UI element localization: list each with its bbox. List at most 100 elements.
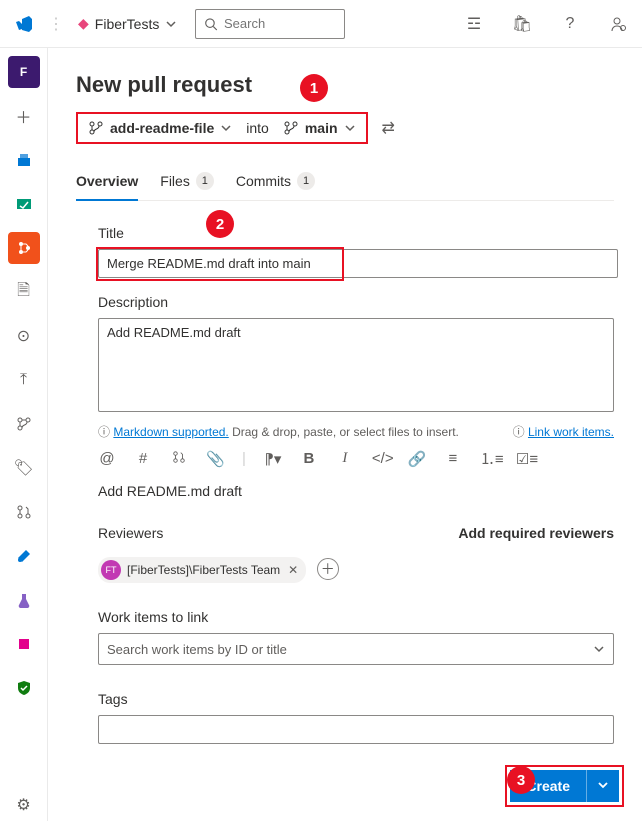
source-branch-name: add-readme-file xyxy=(110,120,214,136)
nav-overview[interactable] xyxy=(8,144,40,176)
reviewer-name: [FiberTests]\FiberTests Team xyxy=(127,563,280,577)
pr-form: Title Description ⓘ Markdown supported. … xyxy=(76,225,614,744)
reviewers-label: Reviewers xyxy=(98,525,163,541)
nav-pushes[interactable]: ⤒ xyxy=(8,364,40,396)
nav-settings[interactable]: ⚙ xyxy=(8,789,40,821)
azure-devops-logo[interactable] xyxy=(8,8,40,40)
user-settings-icon[interactable] xyxy=(602,8,634,40)
files-count-badge: 1 xyxy=(196,172,214,190)
tags-input[interactable] xyxy=(98,715,614,744)
info-icon: ⓘ xyxy=(513,425,525,439)
header-icon[interactable]: ⁋▾ xyxy=(264,450,282,468)
work-items-section: Work items to link Search work items by … xyxy=(98,609,614,665)
tags-label: Tags xyxy=(98,691,614,707)
add-reviewer-button[interactable]: ＋ xyxy=(317,558,339,580)
nav-artifacts[interactable] xyxy=(8,628,40,660)
search-input[interactable] xyxy=(224,16,336,31)
chevron-down-icon xyxy=(165,18,177,30)
chevron-down-icon xyxy=(344,122,356,134)
nav-files[interactable]: 🗎 xyxy=(8,276,40,308)
search-icon xyxy=(204,16,218,32)
tab-files[interactable]: Files 1 xyxy=(160,164,214,200)
tab-label: Overview xyxy=(76,173,138,189)
nav-repos[interactable] xyxy=(8,232,40,264)
bold-icon[interactable]: B xyxy=(300,450,318,467)
tab-label: Commits xyxy=(236,173,291,189)
tabs: Overview Files 1 Commits 1 xyxy=(76,164,614,201)
callout-2: 2 xyxy=(206,210,234,238)
branch-bar: add-readme-file into main ⇄ xyxy=(76,112,614,144)
md-toolbar: @ # 📎 | ⁋▾ B I </> 🔗 ≡ ⒈≡ ☑≡ xyxy=(98,448,614,469)
title-input[interactable] xyxy=(98,249,618,278)
reviewers-section: Reviewers Add required reviewers FT [Fib… xyxy=(98,525,614,583)
tab-commits[interactable]: Commits 1 xyxy=(236,164,315,200)
task-list-icon[interactable]: ☑≡ xyxy=(516,450,534,468)
tags-section: Tags xyxy=(98,691,614,744)
work-items-placeholder: Search work items by ID or title xyxy=(107,642,287,657)
into-label: into xyxy=(246,120,269,136)
branch-selector-group: add-readme-file into main xyxy=(76,112,368,144)
marketplace-icon[interactable]: 🛍 xyxy=(506,8,538,40)
link-work-items-link[interactable]: Link work items. xyxy=(528,425,614,439)
nav-project-tile[interactable]: F xyxy=(8,56,40,88)
target-branch-selector[interactable]: main xyxy=(283,120,356,136)
nav-pull-requests[interactable] xyxy=(8,496,40,528)
swap-branches-icon[interactable]: ⇄ xyxy=(382,118,395,138)
bullet-list-icon[interactable]: ≡ xyxy=(444,450,462,467)
filter-icon[interactable]: ☲ xyxy=(458,8,490,40)
link-icon[interactable]: 🔗 xyxy=(408,450,426,468)
branch-icon xyxy=(88,120,104,136)
mention-icon[interactable]: @ xyxy=(98,450,116,467)
nav-test-plans[interactable] xyxy=(8,584,40,616)
nav-compliance[interactable] xyxy=(8,672,40,704)
project-icon: ◆ xyxy=(78,15,89,32)
italic-icon[interactable]: I xyxy=(336,450,354,467)
target-branch-name: main xyxy=(305,120,338,136)
nav-tags[interactable]: 🏷 xyxy=(8,452,40,484)
markdown-link[interactable]: Markdown supported. xyxy=(113,425,228,439)
nav-pipelines[interactable] xyxy=(8,540,40,572)
info-icon: ⓘ xyxy=(98,425,110,439)
help-icon[interactable]: ? xyxy=(554,8,586,40)
tab-label: Files xyxy=(160,173,190,189)
nav-add[interactable]: ＋ xyxy=(8,100,40,132)
description-input[interactable] xyxy=(98,318,614,412)
hash-icon[interactable]: # xyxy=(134,450,152,467)
tab-overview[interactable]: Overview xyxy=(76,164,138,200)
description-preview: Add README.md draft xyxy=(98,483,614,499)
nav-boards[interactable] xyxy=(8,188,40,220)
topbar-actions: ☲ 🛍 ? xyxy=(458,8,634,40)
chevron-down-icon xyxy=(597,779,609,791)
project-selector[interactable]: ◆ FiberTests xyxy=(72,15,183,32)
add-required-reviewers-button[interactable]: Add required reviewers xyxy=(458,525,614,541)
left-nav: F ＋ 🗎 ⊙ ⤒ 🏷 ⚙ xyxy=(0,48,48,821)
title-label: Title xyxy=(98,225,614,241)
search-box[interactable] xyxy=(195,9,345,39)
code-icon[interactable]: </> xyxy=(372,450,390,467)
remove-reviewer-icon[interactable]: ✕ xyxy=(288,563,298,577)
page-title: New pull request xyxy=(76,72,614,98)
create-dropdown-button[interactable] xyxy=(586,770,619,802)
separator-icon: ⋮ xyxy=(48,14,64,34)
description-label: Description xyxy=(98,294,614,310)
callout-1: 1 xyxy=(300,74,328,102)
main-content: New pull request add-readme-file into ma… xyxy=(48,48,642,821)
commits-count-badge: 1 xyxy=(297,172,315,190)
reviewer-avatar: FT xyxy=(101,560,121,580)
nav-branches[interactable] xyxy=(8,408,40,440)
nav-commits[interactable]: ⊙ xyxy=(8,320,40,352)
top-bar: ⋮ ◆ FiberTests ☲ 🛍 ? xyxy=(0,0,642,48)
attach-icon[interactable]: 📎 xyxy=(206,450,224,468)
work-items-select[interactable]: Search work items by ID or title xyxy=(98,633,614,665)
work-items-label: Work items to link xyxy=(98,609,614,625)
pr-link-icon[interactable] xyxy=(170,450,188,468)
callout-3: 3 xyxy=(507,766,535,794)
reviewer-chip[interactable]: FT [FiberTests]\FiberTests Team ✕ xyxy=(98,557,306,583)
numbered-list-icon[interactable]: ⒈≡ xyxy=(480,448,498,469)
chevron-down-icon xyxy=(593,643,605,655)
markdown-hint: Drag & drop, paste, or select files to i… xyxy=(229,425,459,439)
branch-icon xyxy=(283,120,299,136)
chevron-down-icon xyxy=(220,122,232,134)
source-branch-selector[interactable]: add-readme-file xyxy=(88,120,232,136)
description-hint-row: ⓘ Markdown supported. Drag & drop, paste… xyxy=(98,423,614,440)
